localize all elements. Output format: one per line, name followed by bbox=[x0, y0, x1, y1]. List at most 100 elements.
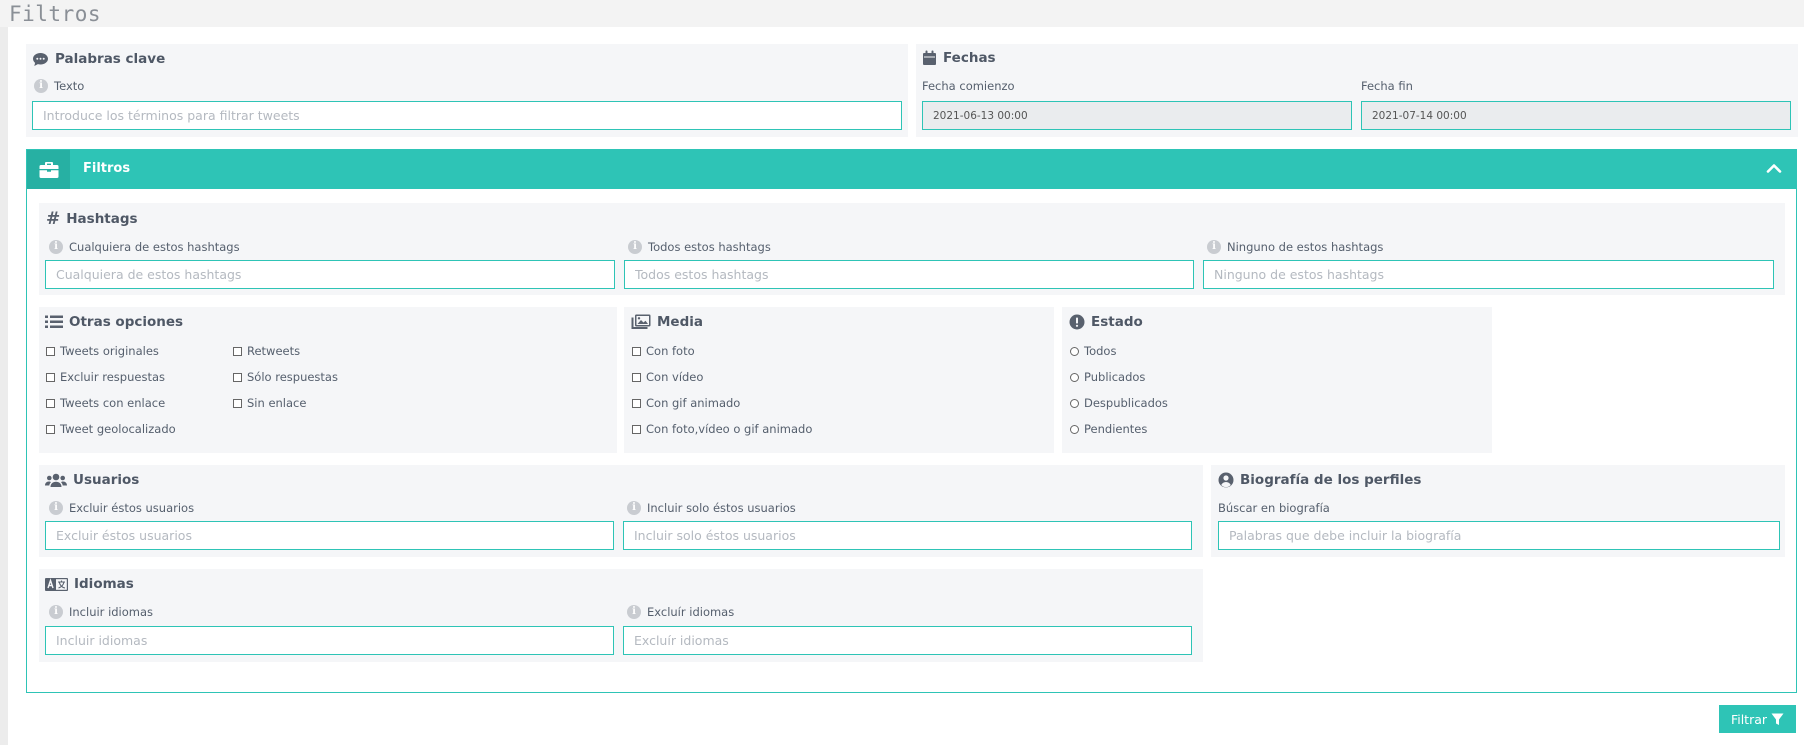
option-label: Tweets originales bbox=[60, 344, 159, 358]
checkbox[interactable] bbox=[46, 372, 55, 382]
option-label: Despublicados bbox=[1084, 396, 1168, 410]
start-date-input[interactable] bbox=[922, 101, 1352, 130]
hashtags-none-label: i Ninguno de estos hashtags bbox=[1207, 240, 1383, 254]
exclamation-circle-icon bbox=[1069, 314, 1085, 330]
option-label: Sólo respuestas bbox=[247, 370, 338, 384]
hashtags-any-label: i Cualquiera de estos hashtags bbox=[49, 240, 240, 254]
radio-button[interactable] bbox=[1070, 372, 1079, 382]
option-label: Tweets con enlace bbox=[60, 396, 166, 410]
filter-button-label: Filtrar bbox=[1730, 711, 1768, 727]
dates-title: Fechas bbox=[922, 50, 996, 66]
checkbox[interactable] bbox=[632, 346, 641, 356]
option-excluir-respuestas[interactable]: Excluir respuestas bbox=[46, 370, 165, 384]
end-date-input[interactable] bbox=[1361, 101, 1791, 130]
languages-include-input[interactable] bbox=[45, 626, 614, 655]
media-title: Media bbox=[631, 314, 703, 330]
bio-input[interactable] bbox=[1218, 521, 1780, 550]
option-label: Todos bbox=[1084, 344, 1117, 358]
checkbox[interactable] bbox=[632, 372, 641, 382]
main-content: Palabras clave i Texto Fechas Fecha comi… bbox=[8, 27, 1804, 745]
info-icon: i bbox=[628, 240, 642, 254]
option-solo-respuestas[interactable]: Sólo respuestas bbox=[233, 370, 338, 384]
other-options-card: Otras opciones Tweets originales Retweet… bbox=[39, 307, 617, 453]
dates-title-text: Fechas bbox=[943, 50, 996, 66]
language-icon bbox=[45, 577, 68, 591]
briefcase-icon bbox=[27, 150, 70, 189]
languages-exclude-input[interactable] bbox=[623, 626, 1192, 655]
hashtags-none-input[interactable] bbox=[1203, 260, 1774, 289]
languages-title-text: Idiomas bbox=[74, 576, 134, 592]
users-include-input[interactable] bbox=[623, 521, 1192, 550]
users-icon bbox=[45, 473, 67, 487]
keywords-title-text: Palabras clave bbox=[55, 51, 166, 67]
hashtags-all-label: i Todos estos hashtags bbox=[628, 240, 771, 254]
option-label: Pendientes bbox=[1084, 422, 1148, 436]
keywords-label-text: Texto bbox=[54, 79, 85, 93]
other-options-title: Otras opciones bbox=[45, 314, 183, 330]
status-card: Estado Todos Publicados Despublicados Pe… bbox=[1062, 307, 1492, 453]
hashtags-none-label-text: Ninguno de estos hashtags bbox=[1227, 240, 1384, 254]
checkbox[interactable] bbox=[233, 398, 242, 408]
info-icon: i bbox=[1207, 240, 1221, 254]
languages-include-label-text: Incluir idiomas bbox=[69, 605, 154, 619]
media-con-foto[interactable]: Con foto bbox=[632, 344, 695, 358]
option-tweets-originales[interactable]: Tweets originales bbox=[46, 344, 159, 358]
checkbox[interactable] bbox=[46, 424, 55, 434]
hashtags-title: # Hashtags bbox=[46, 209, 138, 229]
status-despublicados[interactable]: Despublicados bbox=[1070, 396, 1168, 410]
radio-button[interactable] bbox=[1070, 398, 1079, 408]
checkbox[interactable] bbox=[46, 346, 55, 356]
hashtags-any-input[interactable] bbox=[45, 260, 615, 289]
media-con-foto-video-gif[interactable]: Con foto,vídeo o gif animado bbox=[632, 422, 812, 436]
checkbox[interactable] bbox=[46, 398, 55, 408]
hashtags-title-text: Hashtags bbox=[66, 211, 138, 227]
option-label: Con foto bbox=[646, 344, 695, 358]
status-todos[interactable]: Todos bbox=[1070, 344, 1116, 358]
info-icon: i bbox=[49, 240, 63, 254]
languages-title: Idiomas bbox=[45, 576, 134, 592]
top-bar: Filtros bbox=[0, 0, 1804, 27]
hash-icon: # bbox=[46, 209, 61, 229]
option-retweets[interactable]: Retweets bbox=[233, 344, 300, 358]
media-con-video[interactable]: Con vídeo bbox=[632, 370, 703, 384]
users-title-text: Usuarios bbox=[73, 472, 140, 488]
option-label: Retweets bbox=[247, 344, 301, 358]
info-icon: i bbox=[49, 501, 63, 515]
filters-panel-header[interactable]: Filtros bbox=[27, 150, 1796, 189]
keywords-label: i Texto bbox=[34, 79, 84, 93]
option-sin-enlace[interactable]: Sin enlace bbox=[233, 396, 306, 410]
languages-exclude-label-text: Excluír idiomas bbox=[647, 605, 735, 619]
hashtags-all-input[interactable] bbox=[624, 260, 1194, 289]
radio-button[interactable] bbox=[1070, 346, 1079, 356]
bio-card: Biografía de los perfiles Búscar en biog… bbox=[1211, 465, 1785, 557]
media-con-gif[interactable]: Con gif animado bbox=[632, 396, 740, 410]
checkbox[interactable] bbox=[632, 398, 641, 408]
users-title: Usuarios bbox=[45, 472, 139, 488]
option-label: Publicados bbox=[1084, 370, 1146, 384]
users-exclude-input[interactable] bbox=[45, 521, 614, 550]
status-title: Estado bbox=[1069, 314, 1143, 330]
keywords-title: Palabras clave bbox=[32, 51, 165, 67]
list-icon bbox=[45, 315, 63, 328]
option-tweets-con-enlace[interactable]: Tweets con enlace bbox=[46, 396, 165, 410]
checkbox[interactable] bbox=[233, 372, 242, 382]
users-include-label-text: Incluir solo éstos usuarios bbox=[647, 501, 796, 515]
checkbox[interactable] bbox=[233, 346, 242, 356]
option-label: Con gif animado bbox=[646, 396, 741, 410]
info-icon: i bbox=[627, 605, 641, 619]
keywords-input[interactable] bbox=[32, 101, 902, 130]
chevron-up-icon[interactable] bbox=[1766, 161, 1782, 178]
info-icon: i bbox=[49, 605, 63, 619]
page-title: Filtros bbox=[9, 2, 102, 26]
option-tweet-geolocalizado[interactable]: Tweet geolocalizado bbox=[46, 422, 176, 436]
status-publicados[interactable]: Publicados bbox=[1070, 370, 1145, 384]
end-date-label: Fecha fin bbox=[1361, 79, 1413, 93]
status-pendientes[interactable]: Pendientes bbox=[1070, 422, 1147, 436]
images-icon bbox=[631, 314, 651, 329]
media-card: Media Con foto Con vídeo Con gif animado… bbox=[624, 307, 1054, 453]
radio-button[interactable] bbox=[1070, 424, 1079, 434]
dates-card: Fechas Fecha comienzo Fecha fin bbox=[916, 44, 1798, 137]
filter-button[interactable]: Filtrar bbox=[1719, 705, 1796, 733]
checkbox[interactable] bbox=[632, 424, 641, 434]
users-card: Usuarios i Excluir éstos usuarios i Incl… bbox=[39, 465, 1203, 557]
